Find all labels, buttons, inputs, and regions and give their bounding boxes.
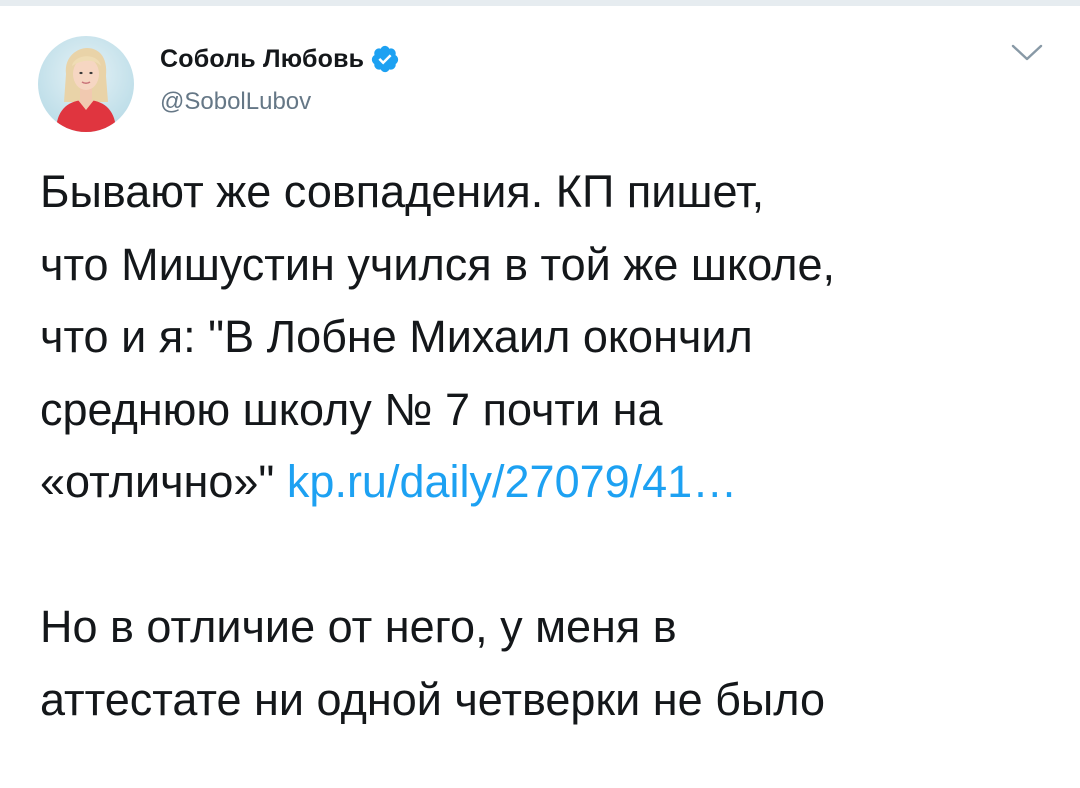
verified-badge-icon <box>370 44 400 74</box>
avatar-photo <box>38 36 134 132</box>
author-avatar[interactable] <box>38 36 134 132</box>
tweet-line: Но в отличие от него, у меня в <box>40 601 677 652</box>
author-display-name[interactable]: Соболь Любовь <box>160 45 364 74</box>
chevron-down-icon[interactable] <box>1010 42 1044 64</box>
tweet-card: Соболь Любовь @SobolLubov Бывают же совп… <box>0 6 1080 788</box>
author-handle[interactable]: @SobolLubov <box>160 88 311 116</box>
tweet-line: среднюю школу № 7 почти на <box>40 383 663 435</box>
paragraph-break <box>40 519 1050 592</box>
tweet-line-with-link: «отлично»" kp.ru/daily/27079/41… <box>40 446 1050 519</box>
tweet-text: Бывают же совпадения. КП пишет, что Мишу… <box>40 156 1050 736</box>
tweet-line: аттестате ни одной четверки не было <box>40 673 826 725</box>
tweet-line: Бывают же совпадения. КП пишет, <box>40 166 765 217</box>
article-link[interactable]: kp.ru/daily/27079/41… <box>287 456 737 507</box>
quote-ending-text: «отлично»" <box>40 456 275 507</box>
author-name-row: Соболь Любовь <box>160 44 400 74</box>
tweet-line: что Мишустин учился в той же школе, <box>40 238 836 290</box>
tweet-line: что и я: "В Лобне Михаил окончил <box>40 311 753 362</box>
